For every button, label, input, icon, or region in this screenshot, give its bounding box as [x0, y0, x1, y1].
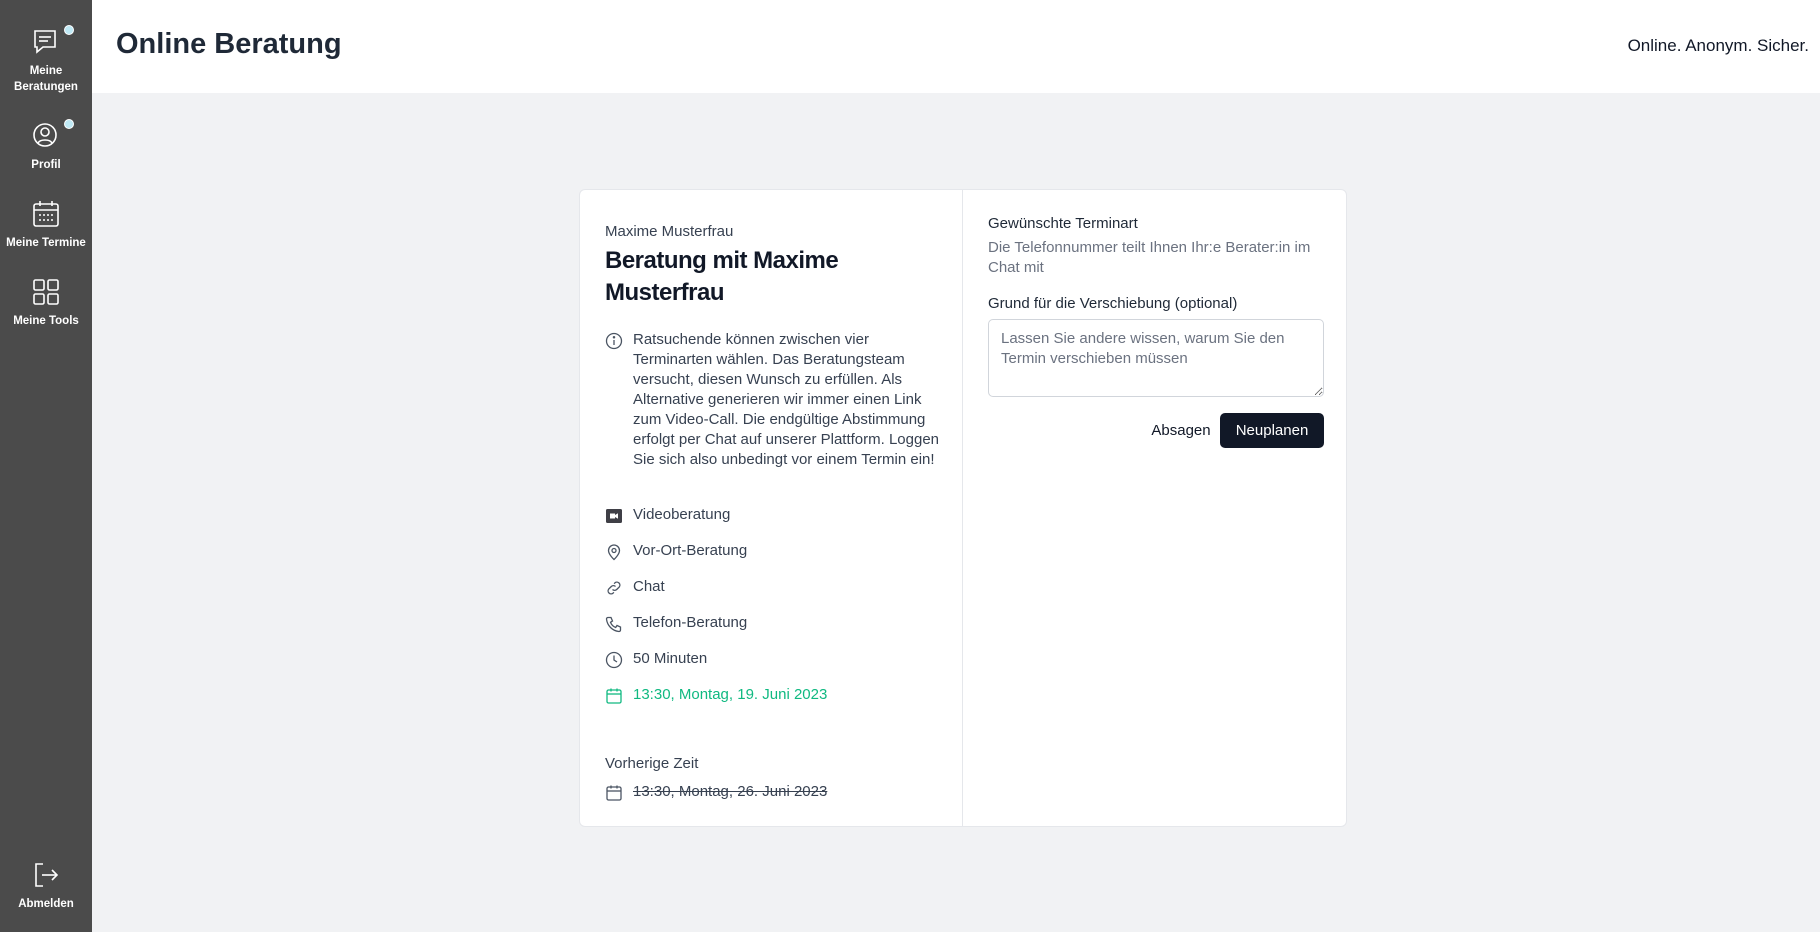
- sidebar-item-meine-tools[interactable]: Meine Tools: [0, 277, 92, 329]
- type-label: Chat: [633, 578, 665, 595]
- duration-text: 50 Minuten: [633, 650, 708, 667]
- reschedule-button[interactable]: Neuplanen: [1220, 413, 1324, 448]
- notification-dot: [64, 25, 74, 35]
- link-icon: [605, 579, 623, 601]
- sidebar: Meine Beratungen Profil Meine Termine Me…: [0, 0, 92, 932]
- grid-icon: [31, 277, 61, 307]
- appointment-type-subtitle: Die Telefonnummer teilt Ihnen Ihr:e Bera…: [988, 239, 1311, 276]
- calendar-icon: [605, 687, 623, 709]
- user-circle-icon: [31, 119, 74, 151]
- booking-details: Maxime Musterfrau Beratung mit Maxime Mu…: [580, 190, 963, 826]
- app-header: Online Beratung Online. Anonym. Sicher.: [92, 0, 1820, 93]
- sidebar-item-label: Beratungen: [14, 81, 78, 93]
- reason-label: Grund für die Verschiebung (optional): [988, 295, 1238, 312]
- organizer-name: Maxime Musterfrau: [605, 223, 734, 240]
- logout-icon: [31, 860, 61, 890]
- info-block: Ratsuchende können zwischen vier Termina…: [605, 330, 940, 470]
- appointment-type-title: Gewünschte Terminart: [988, 215, 1138, 232]
- new-time-text: 13:30, Montag, 19. Juni 2023: [633, 686, 828, 703]
- type-label: Telefon-Beratung: [633, 614, 748, 631]
- type-label: Videoberatung: [633, 506, 731, 523]
- sidebar-item-label: Profil: [31, 159, 61, 171]
- sidebar-item-label: Meine Termine: [6, 237, 86, 249]
- chat-message-icon: [31, 25, 74, 57]
- phone-icon: [605, 615, 623, 637]
- reschedule-card: Maxime Musterfrau Beratung mit Maxime Mu…: [579, 189, 1347, 827]
- sidebar-item-meine-beratungen[interactable]: Meine Beratungen: [0, 25, 92, 95]
- video-icon: [605, 507, 623, 529]
- booking-title: Beratung mit Maxime Musterfrau: [605, 247, 839, 306]
- calendar-icon: [605, 784, 623, 806]
- location-pin-icon: [605, 543, 623, 565]
- reason-textarea[interactable]: [988, 319, 1324, 397]
- info-text: Ratsuchende können zwischen vier Termina…: [633, 331, 940, 468]
- sidebar-item-label: Meine: [29, 65, 63, 77]
- app-title: Online Beratung: [116, 28, 342, 60]
- info-icon: [605, 332, 623, 355]
- cancel-button[interactable]: Absagen: [1127, 413, 1235, 447]
- previous-time-label: Vorherige Zeit: [605, 755, 699, 772]
- sidebar-item-meine-termine[interactable]: Meine Termine: [0, 199, 92, 251]
- calendar-icon: [31, 199, 61, 229]
- logout-label: Abmelden: [18, 898, 74, 910]
- logout-button[interactable]: Abmelden: [0, 860, 92, 912]
- previous-time-text: 13:30, Montag, 26. Juni 2023: [633, 783, 828, 800]
- clock-icon: [605, 651, 623, 673]
- type-label: Vor-Ort-Beratung: [633, 542, 748, 559]
- tagline: Online. Anonym. Sicher.: [1627, 36, 1809, 55]
- sidebar-item-profil[interactable]: Profil: [0, 119, 92, 173]
- sidebar-item-label: Meine Tools: [13, 315, 79, 327]
- notification-dot: [64, 119, 74, 129]
